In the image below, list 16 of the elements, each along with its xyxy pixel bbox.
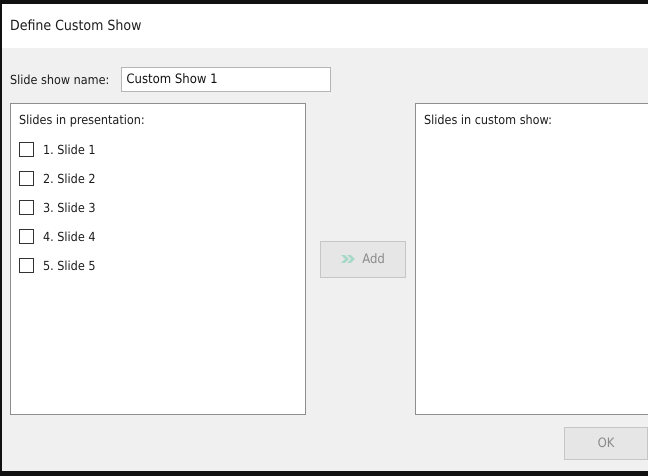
checkbox[interactable] bbox=[19, 229, 34, 244]
name-label: Slide show name: bbox=[10, 72, 110, 87]
checkbox[interactable] bbox=[19, 258, 34, 273]
checkbox[interactable] bbox=[19, 200, 34, 215]
slide-item[interactable]: 4. Slide 4 bbox=[43, 229, 96, 244]
checkbox[interactable] bbox=[19, 142, 34, 157]
slide-item[interactable]: 5. Slide 5 bbox=[43, 258, 96, 273]
list-label: Slides in presentation: bbox=[19, 112, 145, 127]
slide-item[interactable]: 1. Slide 1 bbox=[43, 142, 96, 157]
list-label: Slides in custom show: bbox=[424, 112, 552, 127]
double-arrow-icon bbox=[340, 254, 356, 264]
window-title: Define Custom Show bbox=[10, 18, 142, 34]
slide-item[interactable]: 3. Slide 3 bbox=[43, 200, 96, 215]
checkbox[interactable] bbox=[19, 171, 34, 186]
slide-item[interactable]: 2. Slide 2 bbox=[43, 171, 96, 186]
slide-show-name-field[interactable]: Custom Show 1 bbox=[121, 67, 332, 92]
